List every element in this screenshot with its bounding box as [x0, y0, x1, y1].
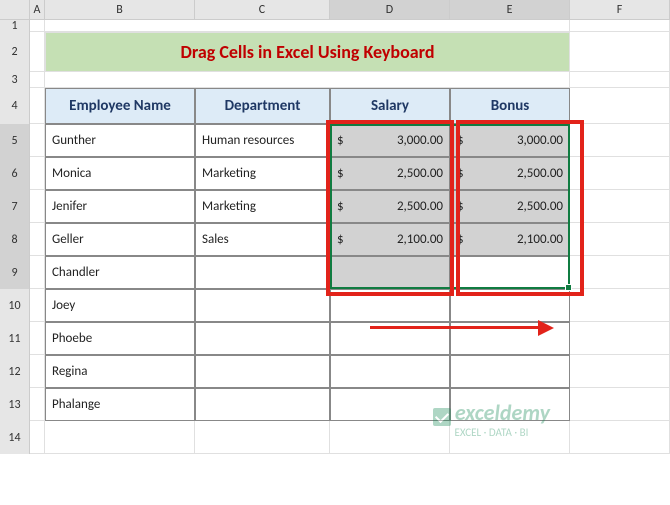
cell-name[interactable]: Jenifer	[45, 190, 195, 223]
cell[interactable]	[45, 72, 570, 88]
cell-bonus[interactable]: $2,500.00	[450, 190, 570, 223]
cell[interactable]	[30, 20, 45, 32]
watermark: exceldemy EXCEL · DATA · BI	[433, 399, 550, 439]
cell-dept[interactable]: Human resources	[195, 124, 330, 157]
cell-salary[interactable]	[330, 355, 450, 388]
cell-bonus[interactable]	[450, 322, 570, 355]
col-header-a[interactable]: A	[30, 0, 45, 19]
cell-name[interactable]: Gunther	[45, 124, 195, 157]
row-header-13[interactable]: 13	[0, 388, 30, 421]
cell-dept[interactable]	[195, 322, 330, 355]
cell[interactable]	[45, 20, 570, 32]
watermark-tag: EXCEL · DATA · BI	[433, 426, 550, 439]
cell[interactable]	[195, 421, 330, 454]
watermark-brand: exceldemy	[455, 399, 550, 426]
cell-salary[interactable]: $2,500.00	[330, 190, 450, 223]
cell-name[interactable]: Monica	[45, 157, 195, 190]
header-salary[interactable]: Salary	[330, 88, 450, 124]
cell[interactable]	[570, 124, 670, 157]
cell[interactable]	[30, 157, 45, 190]
header-bonus[interactable]: Bonus	[450, 88, 570, 124]
select-all-corner[interactable]	[0, 0, 30, 19]
cell[interactable]	[30, 355, 45, 388]
cell-dept[interactable]: Marketing	[195, 190, 330, 223]
cell-salary[interactable]: $3,000.00	[330, 124, 450, 157]
row-header-14[interactable]: 14	[0, 421, 30, 454]
cell-name[interactable]: Geller	[45, 223, 195, 256]
row-header-1[interactable]: 1	[0, 20, 30, 32]
cell[interactable]	[570, 223, 670, 256]
cell-dept[interactable]	[195, 256, 330, 289]
cell[interactable]	[570, 190, 670, 223]
title-banner[interactable]: Drag Cells in Excel Using Keyboard	[45, 32, 570, 72]
col-header-f[interactable]: F	[570, 0, 670, 19]
col-header-e[interactable]: E	[450, 0, 570, 19]
col-header-c[interactable]: C	[195, 0, 330, 19]
cell-name[interactable]: Phoebe	[45, 322, 195, 355]
cell-dept[interactable]: Marketing	[195, 157, 330, 190]
cell-bonus[interactable]	[450, 256, 570, 289]
row-header-10[interactable]: 10	[0, 289, 30, 322]
cell-dept[interactable]: Sales	[195, 223, 330, 256]
header-employee-name[interactable]: Employee Name	[45, 88, 195, 124]
cell[interactable]	[570, 355, 670, 388]
cell[interactable]	[570, 20, 670, 32]
cell[interactable]	[570, 32, 670, 72]
cell[interactable]	[30, 88, 45, 124]
cell-dept[interactable]	[195, 355, 330, 388]
cell-name[interactable]: Joey	[45, 289, 195, 322]
cell[interactable]	[570, 388, 670, 421]
cell[interactable]	[30, 72, 45, 88]
row-header-9[interactable]: 9	[0, 256, 30, 289]
row-header-8[interactable]: 8	[0, 223, 30, 256]
cell[interactable]	[30, 388, 45, 421]
cell-bonus[interactable]: $2,100.00	[450, 223, 570, 256]
cell[interactable]	[30, 289, 45, 322]
col-header-b[interactable]: B	[45, 0, 195, 19]
cell[interactable]	[30, 421, 45, 454]
cell[interactable]	[30, 124, 45, 157]
cell[interactable]	[570, 72, 670, 88]
cell[interactable]	[570, 421, 670, 454]
cell[interactable]	[570, 88, 670, 124]
row-header-5[interactable]: 5	[0, 124, 30, 157]
cell-bonus[interactable]: $2,500.00	[450, 157, 570, 190]
cell-dept[interactable]	[195, 388, 330, 421]
cell-bonus[interactable]	[450, 289, 570, 322]
cell[interactable]	[570, 157, 670, 190]
cell-salary[interactable]	[330, 289, 450, 322]
cell-bonus[interactable]: $3,000.00	[450, 124, 570, 157]
cell[interactable]	[30, 32, 45, 72]
row-header-12[interactable]: 12	[0, 355, 30, 388]
cell[interactable]	[570, 322, 670, 355]
cell-salary[interactable]: $2,100.00	[330, 223, 450, 256]
cell-name[interactable]: Regina	[45, 355, 195, 388]
column-headers: A B C D E F	[0, 0, 670, 20]
cell-salary[interactable]	[330, 322, 450, 355]
spreadsheet: A B C D E F 1 2 Drag Cells in Excel Usin…	[0, 0, 670, 454]
col-header-d[interactable]: D	[330, 0, 450, 19]
cell[interactable]	[45, 421, 195, 454]
row-header-7[interactable]: 7	[0, 190, 30, 223]
cell-bonus[interactable]	[450, 355, 570, 388]
cell[interactable]	[570, 256, 670, 289]
cell[interactable]	[30, 322, 45, 355]
cell-name[interactable]: Chandler	[45, 256, 195, 289]
cell-name[interactable]: Phalange	[45, 388, 195, 421]
cell[interactable]	[30, 256, 45, 289]
row-header-11[interactable]: 11	[0, 322, 30, 355]
cell[interactable]	[30, 190, 45, 223]
row-header-6[interactable]: 6	[0, 157, 30, 190]
grid-rows: 1 2 Drag Cells in Excel Using Keyboard 3…	[0, 20, 670, 454]
cell-salary[interactable]	[330, 256, 450, 289]
row-header-4[interactable]: 4	[0, 88, 30, 124]
row-header-3[interactable]: 3	[0, 72, 30, 88]
cell-dept[interactable]	[195, 289, 330, 322]
cell[interactable]	[30, 223, 45, 256]
cell[interactable]	[570, 289, 670, 322]
row-header-2[interactable]: 2	[0, 32, 30, 72]
check-icon	[433, 408, 451, 426]
header-department[interactable]: Department	[195, 88, 330, 124]
cell-salary[interactable]: $2,500.00	[330, 157, 450, 190]
